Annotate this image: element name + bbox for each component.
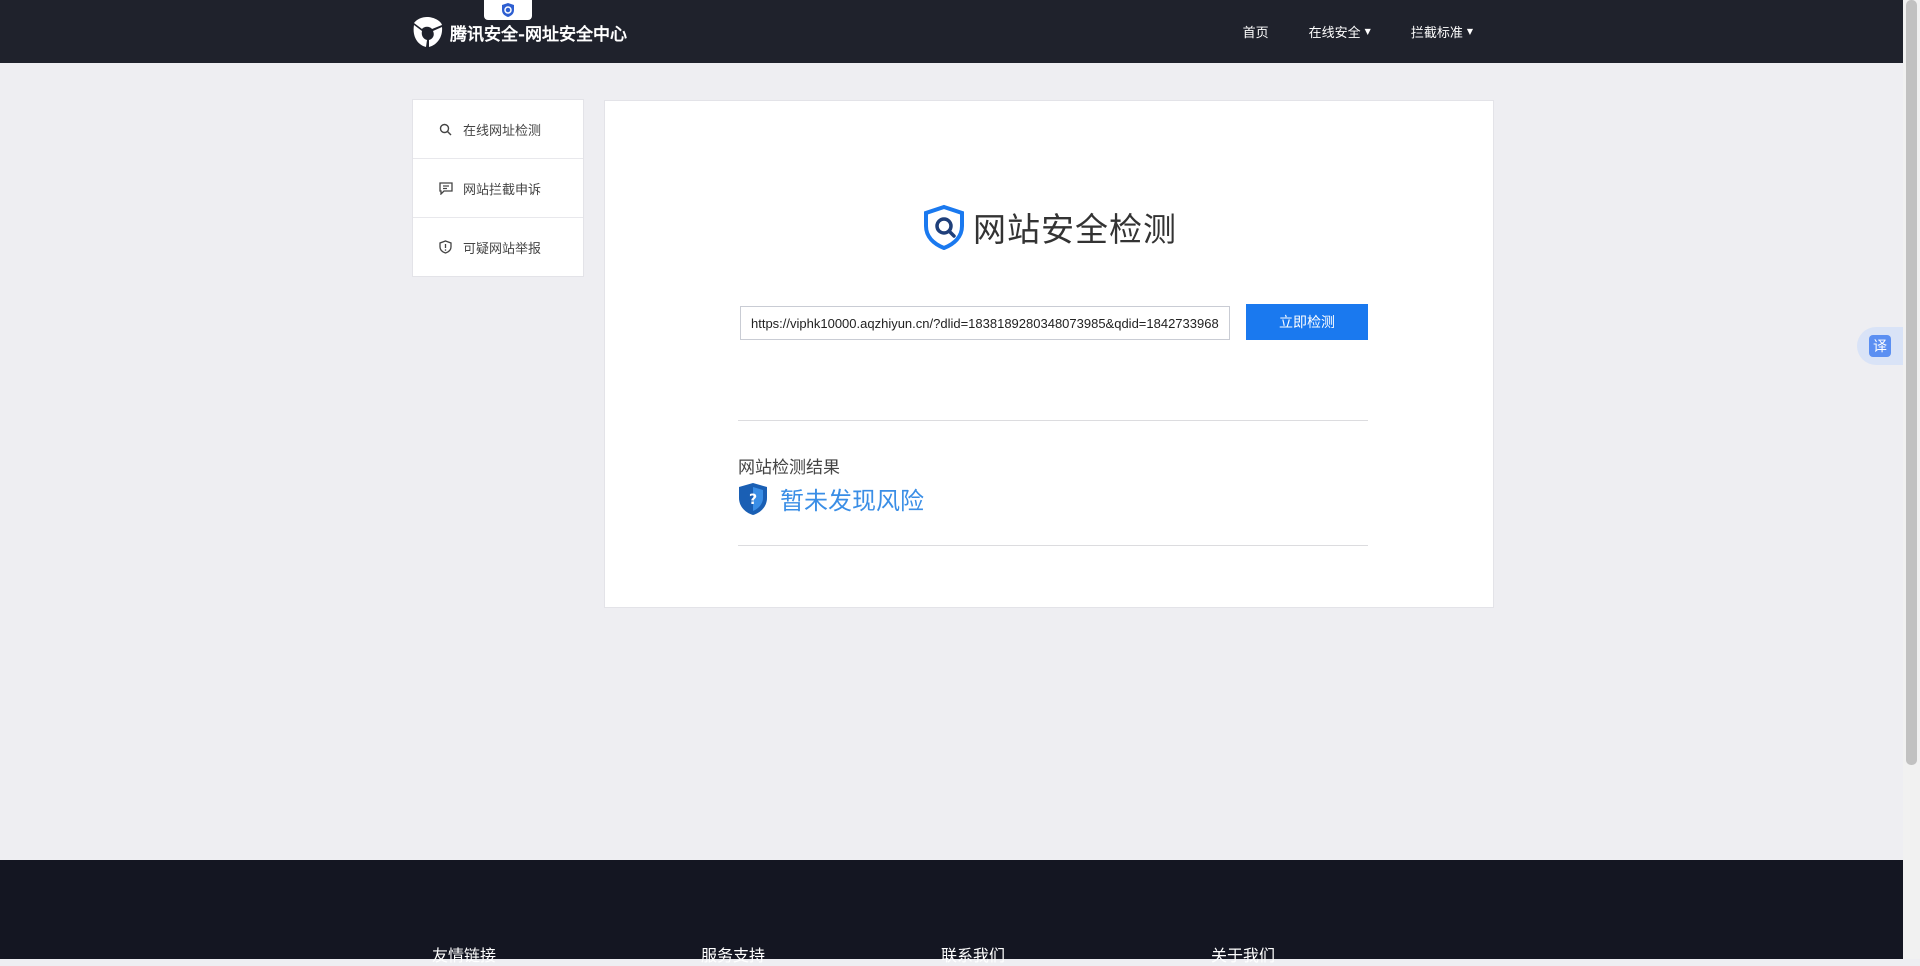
footer-heading-links: 友情链接 — [432, 946, 497, 965]
main-card: 网站安全检测 立即检测 网站检测结果 ? 暂未发现风险 — [604, 100, 1494, 608]
sidebar-item-report[interactable]: 可疑网站举报 — [413, 218, 583, 276]
search-icon — [439, 121, 455, 137]
nav-block-standard-label: 拦截标准 — [1410, 26, 1463, 41]
main-nav: 首页 在线安全 ▼ 拦截标准 ▼ — [1243, 0, 1473, 63]
sidebar-item-label: 在线网址检测 — [463, 123, 542, 139]
divider — [738, 545, 1368, 546]
svg-text:?: ? — [749, 492, 757, 508]
logo-text: 腾讯安全-网址安全中心 — [450, 24, 628, 45]
sidebar-item-label: 可疑网站举报 — [463, 241, 542, 257]
scan-now-button[interactable]: 立即检测 — [1246, 304, 1368, 340]
nav-home[interactable]: 首页 — [1243, 22, 1269, 41]
result-heading: 网站检测结果 — [738, 458, 840, 478]
result-text: 暂未发现风险 — [780, 487, 924, 515]
sidebar-item-url-check[interactable]: 在线网址检测 — [413, 100, 583, 159]
url-input[interactable] — [740, 306, 1230, 340]
caret-down-icon: ▼ — [1364, 27, 1371, 36]
translate-icon: 译 — [1869, 335, 1891, 357]
divider — [738, 420, 1368, 421]
nav-online-security[interactable]: 在线安全 ▼ — [1309, 22, 1371, 41]
shield-badge-icon — [502, 3, 514, 17]
nav-block-standard[interactable]: 拦截标准 ▼ — [1411, 22, 1473, 41]
footer-heading-about: 关于我们 — [1211, 946, 1276, 965]
translate-button[interactable]: 译 — [1857, 327, 1903, 365]
page-title: 网站安全检测 — [973, 210, 1177, 249]
shield-search-icon — [924, 204, 964, 250]
shield-icon — [439, 239, 455, 255]
floating-extension-badge[interactable] — [484, 0, 532, 20]
footer-heading-support: 服务支持 — [701, 946, 766, 965]
scrollbar-thumb[interactable] — [1906, 0, 1917, 765]
page-title-row: 网站安全检测 — [605, 203, 1493, 251]
sidebar: 在线网址检测 网站拦截申诉 可疑网站举报 — [412, 99, 584, 277]
nav-home-label: 首页 — [1242, 26, 1269, 41]
tencent-security-logo-icon — [413, 17, 443, 47]
result-status: ? 暂未发现风险 — [738, 481, 924, 516]
sidebar-item-label: 网站拦截申诉 — [463, 182, 542, 198]
top-navbar: 腾讯安全-网址安全中心 首页 在线安全 ▼ 拦截标准 ▼ — [0, 0, 1903, 63]
footer-heading-contact: 联系我们 — [941, 946, 1006, 965]
sidebar-item-appeal[interactable]: 网站拦截申诉 — [413, 159, 583, 218]
caret-down-icon: ▼ — [1466, 27, 1473, 36]
shield-safe-icon: ? — [739, 482, 767, 515]
nav-online-security-label: 在线安全 — [1308, 26, 1361, 41]
chat-bubble-icon — [439, 180, 455, 196]
